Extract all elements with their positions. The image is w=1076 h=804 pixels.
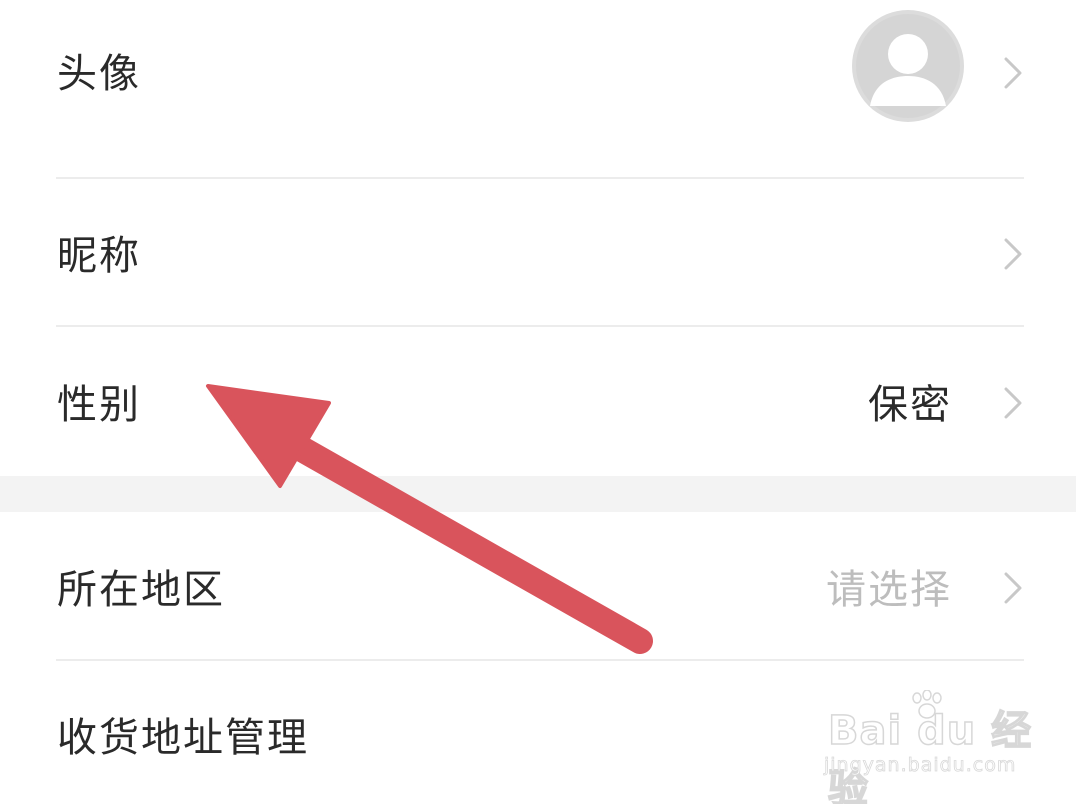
chevron-right-icon xyxy=(1004,387,1022,419)
gender-value: 保密 xyxy=(868,382,952,428)
chevron-right-icon xyxy=(1004,238,1022,270)
region-label: 所在地区 xyxy=(57,567,225,613)
avatar-label: 头像 xyxy=(57,51,141,97)
gender-row[interactable]: 性别 保密 xyxy=(0,327,1076,476)
region-row[interactable]: 所在地区 请选择 xyxy=(0,512,1076,659)
gender-label: 性别 xyxy=(57,382,141,428)
nickname-row[interactable]: 昵称 xyxy=(0,179,1076,325)
avatar-row[interactable]: 头像 xyxy=(0,0,1076,178)
watermark-logo: Bai du 经验 xyxy=(827,707,1033,804)
profile-settings-page: 头像 昵称 性别 保密 所在地区 请选择 收货地址管理 Bai du 经验 ji… xyxy=(0,0,1076,804)
region-placeholder: 请选择 xyxy=(826,567,952,613)
nickname-label: 昵称 xyxy=(57,233,141,279)
baidu-jingyan-watermark: Bai du 经验 jingyan.baidu.com xyxy=(824,690,1044,804)
chevron-right-icon xyxy=(1004,572,1022,604)
shipping-address-label: 收货地址管理 xyxy=(57,715,309,761)
chevron-right-icon xyxy=(1004,57,1022,89)
section-gap xyxy=(0,476,1076,512)
default-avatar-icon[interactable] xyxy=(852,10,964,122)
watermark-url: jingyan.baidu.com xyxy=(824,754,1017,777)
